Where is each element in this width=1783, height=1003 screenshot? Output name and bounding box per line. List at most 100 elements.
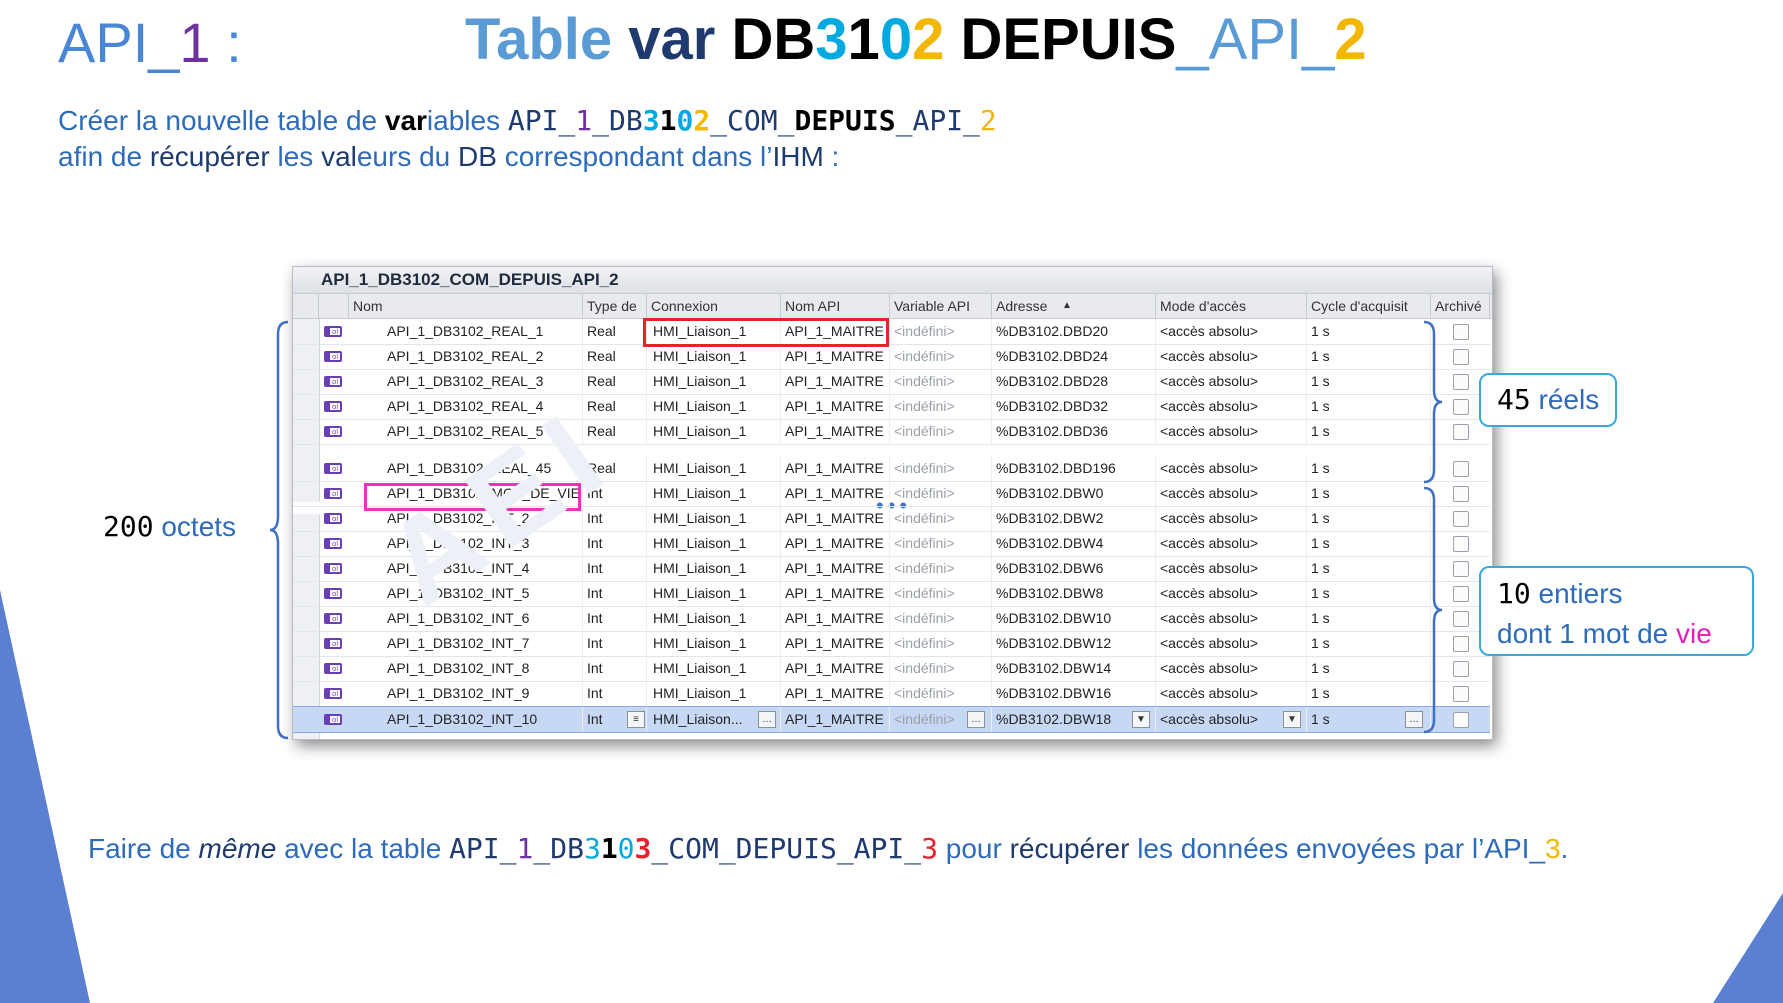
col-mode-acces[interactable]: Mode d'accès — [1156, 294, 1307, 318]
archive-checkbox[interactable] — [1453, 324, 1469, 340]
cell-adresse[interactable]: %DB3102.DBW0 — [992, 481, 1156, 506]
cell-nom-api[interactable]: API_1_MAITRE — [781, 581, 890, 606]
cell-type[interactable]: Int — [583, 531, 647, 556]
table-row[interactable]: ol API_1_DB3102_INT_10 Int HMI_Liaison... AP… — [293, 706, 1490, 733]
cell-type[interactable]: Int — [583, 656, 647, 681]
cell-nom-api[interactable]: API_1_MAITRE — [781, 419, 890, 444]
cell-type[interactable]: Int — [583, 581, 647, 606]
cell-variable-api[interactable]: <indéfini> — [890, 556, 992, 581]
table-row[interactable]: ol API_1_DB3102_REAL_2 Real HMI_Liaison_1 AP… — [293, 344, 1490, 370]
cell-connexion[interactable]: HMI_Liaison_1 — [647, 369, 781, 394]
archive-checkbox[interactable] — [1453, 399, 1469, 415]
cell-mode-acces[interactable]: <accès absolu> — [1156, 319, 1307, 344]
cell-mode-acces[interactable]: <accès absolu> — [1156, 344, 1307, 369]
cell-mode-acces[interactable]: <accès absolu> — [1156, 394, 1307, 419]
archive-checkbox[interactable] — [1453, 611, 1469, 627]
cell-connexion[interactable]: HMI_Liaison_1 — [647, 531, 781, 556]
cell-nom-api[interactable]: API_1_MAITRE — [781, 656, 890, 681]
cell-cycle[interactable]: 1 s — [1307, 481, 1431, 506]
cell-nom-api[interactable]: API_1_MAITRE — [781, 456, 890, 481]
cell-connexion[interactable]: HMI_Liaison_1 — [647, 481, 781, 506]
cell-type[interactable]: Int — [583, 606, 647, 631]
archive-checkbox[interactable] — [1453, 712, 1469, 728]
cell-nom-api[interactable]: API_1_MAITRE — [781, 631, 890, 656]
cell-variable-api[interactable]: <indéfini> — [890, 456, 992, 481]
col-type[interactable]: Type de — [583, 294, 647, 318]
archive-checkbox[interactable] — [1453, 461, 1469, 477]
archive-checkbox[interactable] — [1453, 686, 1469, 702]
cell-cycle[interactable]: 1 s — [1307, 394, 1431, 419]
col-archive[interactable]: Archivé — [1431, 294, 1490, 318]
cell-mode-acces[interactable]: <accès absolu> — [1156, 631, 1307, 656]
cell-adresse[interactable]: %DB3102.DBW4 — [992, 531, 1156, 556]
col-cycle[interactable]: Cycle d'acquisit — [1307, 294, 1431, 318]
cell-mode-acces[interactable]: <accès absolu> — [1156, 681, 1307, 706]
archive-checkbox[interactable] — [1453, 536, 1469, 552]
cell-nom[interactable]: API_1_DB3102_INT_6 — [367, 606, 583, 631]
cell-type[interactable]: Int — [583, 631, 647, 656]
table-row[interactable]: ol API_1_DB3102_REAL_3 Real HMI_Liaison_1 AP… — [293, 369, 1490, 395]
archive-checkbox[interactable] — [1453, 349, 1469, 365]
cell-cycle[interactable]: 1 s — [1307, 344, 1431, 369]
archive-checkbox[interactable] — [1453, 424, 1469, 440]
cell-nom[interactable]: API_1_DB3102_INT_9 — [367, 681, 583, 706]
cell-variable-api[interactable]: <indéfini> — [890, 606, 992, 631]
cell-nom[interactable]: API_1_DB3102_REAL_1 — [367, 319, 583, 344]
cell-connexion[interactable]: HMI_Liaison_1 — [647, 556, 781, 581]
archive-checkbox[interactable] — [1453, 374, 1469, 390]
cell-adresse[interactable]: %DB3102.DBW16 — [992, 681, 1156, 706]
cell-cycle[interactable]: 1 s — [1307, 319, 1431, 344]
col-nom-api[interactable]: Nom API — [781, 294, 890, 318]
cell-connexion[interactable]: HMI_Liaison_1 — [647, 656, 781, 681]
cell-variable-api[interactable]: <indéfini> — [890, 656, 992, 681]
cell-adresse[interactable]: %DB3102.DBW14 — [992, 656, 1156, 681]
cell-nom-api[interactable]: API_1_MAITRE — [781, 394, 890, 419]
cell-cycle[interactable]: 1 s — [1307, 581, 1431, 606]
cell-nom-api[interactable]: API_1_MAITRE — [781, 707, 890, 732]
cell-mode-acces[interactable]: <accès absolu> — [1156, 369, 1307, 394]
cell-connexion[interactable]: HMI_Liaison_1 — [647, 506, 781, 531]
cell-nom-api[interactable]: API_1_MAITRE — [781, 344, 890, 369]
cell-connexion[interactable]: HMI_Liaison_1 — [647, 606, 781, 631]
cell-variable-api[interactable]: <indéfini> — [890, 369, 992, 394]
cell-mode-acces[interactable]: <accès absolu> — [1156, 481, 1307, 506]
cell-nom-api[interactable]: API_1_MAITRE — [781, 481, 890, 506]
archive-checkbox[interactable] — [1453, 561, 1469, 577]
cell-variable-api[interactable]: <indéfini> — [890, 531, 992, 556]
cell-adresse[interactable]: %DB3102.DBD20 — [992, 319, 1156, 344]
cell-cycle[interactable]: 1 s — [1307, 681, 1431, 706]
cell-connexion[interactable]: HMI_Liaison_1 — [647, 456, 781, 481]
cell-adresse[interactable]: %DB3102.DBD196 — [992, 456, 1156, 481]
cell-connexion[interactable]: HMI_Liaison_1 — [647, 631, 781, 656]
cell-connexion[interactable]: HMI_Liaison_1 — [647, 681, 781, 706]
cell-variable-api[interactable]: <indéfini> — [890, 344, 992, 369]
archive-checkbox[interactable] — [1453, 661, 1469, 677]
cell-variable-api[interactable]: <indéfini> — [890, 631, 992, 656]
cell-nom[interactable]: API_1_DB3102_INT_10 — [367, 707, 583, 732]
cell-variable-api[interactable]: <indéfini> — [890, 506, 992, 531]
cell-type[interactable]: Real — [583, 344, 647, 369]
col-adresse[interactable]: Adresse ▲ — [992, 294, 1156, 318]
col-connexion[interactable]: Connexion — [647, 294, 781, 318]
cell-variable-api[interactable]: <indéfini> — [890, 419, 992, 444]
cell-cycle[interactable]: 1 s — [1307, 456, 1431, 481]
type-picker-button[interactable]: ≡ — [627, 711, 645, 728]
cycle-browse-button[interactable]: … — [1405, 711, 1423, 728]
cell-adresse[interactable]: %DB3102.DBD36 — [992, 419, 1156, 444]
cell-type[interactable]: Real — [583, 369, 647, 394]
cell-adresse[interactable]: %DB3102.DBD24 — [992, 344, 1156, 369]
cell-nom-api[interactable]: API_1_MAITRE — [781, 556, 890, 581]
cell-mode-acces[interactable]: <accès absolu> — [1156, 656, 1307, 681]
cell-type[interactable]: Real — [583, 319, 647, 344]
cell-mode-acces[interactable]: <accès absolu> — [1156, 456, 1307, 481]
connexion-browse-button[interactable]: … — [758, 711, 776, 728]
cell-mode-acces[interactable]: <accès absolu> — [1156, 531, 1307, 556]
cell-cycle[interactable]: 1 s — [1307, 556, 1431, 581]
table-row[interactable]: ol API_1_DB3102_REAL_1 Real HMI_Liaison_1 AP… — [293, 319, 1490, 345]
cell-adresse[interactable]: %DB3102.DBD32 — [992, 394, 1156, 419]
cell-adresse[interactable]: %DB3102.DBW6 — [992, 556, 1156, 581]
cell-mode-acces[interactable]: <accès absolu> — [1156, 506, 1307, 531]
cell-cycle[interactable]: 1 s — [1307, 419, 1431, 444]
col-nom[interactable]: Nom — [349, 294, 583, 318]
table-row[interactable]: ol API_1_DB3102_REAL_4 Real HMI_Liaison_1 AP… — [293, 394, 1490, 420]
